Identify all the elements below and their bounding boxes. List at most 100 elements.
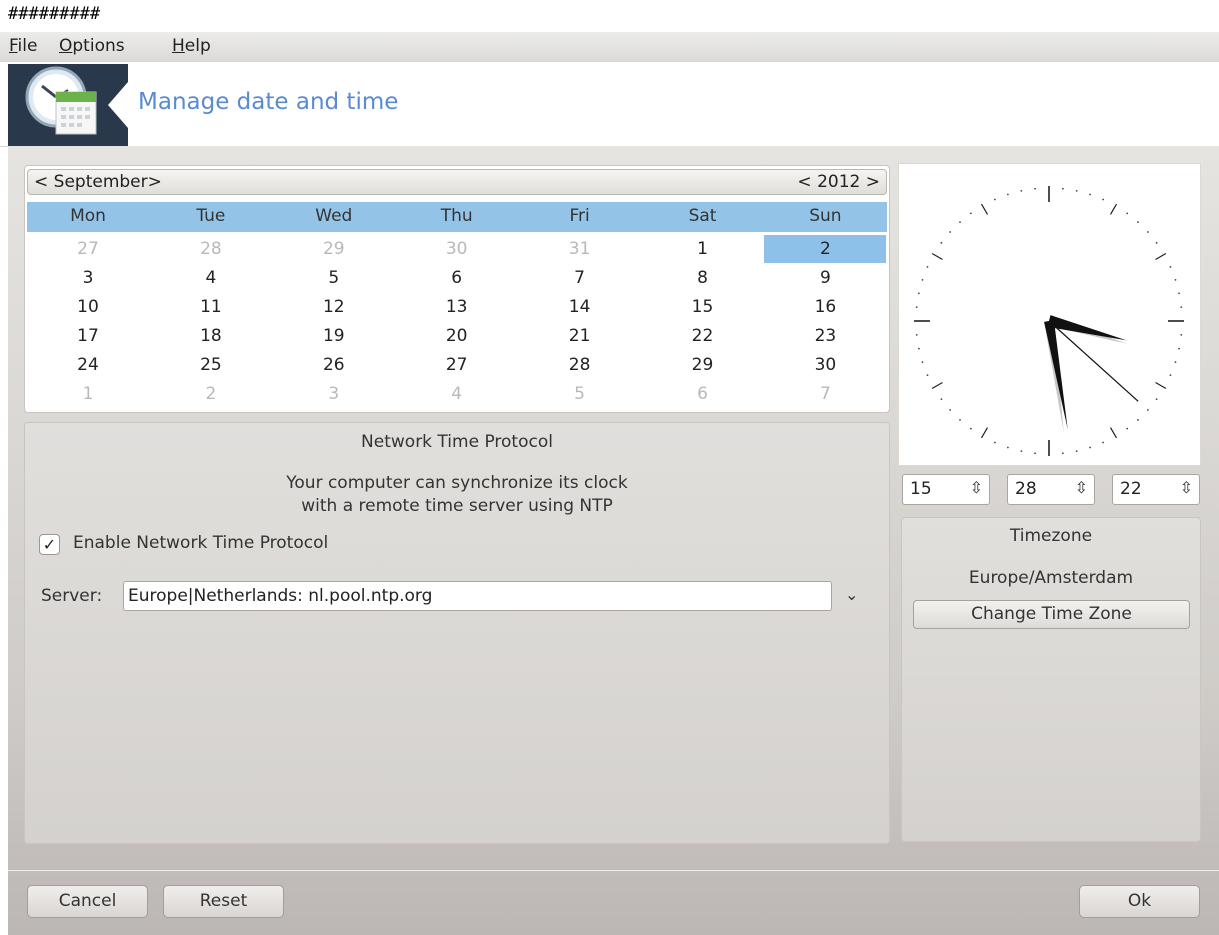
chevron-down-icon[interactable]: ⌄ [845, 585, 858, 604]
calendar-day[interactable]: 20 [396, 322, 518, 350]
enable-ntp-checkbox[interactable]: ✓ [39, 534, 60, 555]
prev-year-button[interactable]: < [797, 172, 811, 192]
minute-spinner[interactable]: 28 ⇳ [1007, 474, 1095, 505]
calendar-day[interactable]: 5 [519, 380, 641, 408]
calendar-day[interactable]: 28 [519, 351, 641, 379]
calendar-day[interactable]: 6 [642, 380, 764, 408]
clock-minute-dot [1075, 450, 1078, 452]
analog-clock [898, 163, 1201, 466]
clock-minute-dot [1126, 427, 1129, 430]
clock-minute-dot [959, 418, 961, 421]
calendar-day[interactable]: 25 [150, 351, 272, 379]
calendar-day[interactable]: 30 [764, 351, 886, 379]
clock-minute-dot [969, 212, 972, 215]
calendar-day[interactable]: 18 [150, 322, 272, 350]
next-year-button[interactable]: > [866, 172, 880, 192]
menu-help[interactable]: Help [172, 36, 211, 56]
clock-hour-tick [980, 427, 989, 439]
calendar-day[interactable]: 1 [27, 380, 149, 408]
clock-hour-tick [931, 252, 943, 261]
clock-minute-dot [1180, 334, 1183, 336]
cancel-button[interactable]: Cancel [27, 885, 148, 918]
hour-value: 15 [910, 479, 932, 499]
calendar-day[interactable]: 21 [519, 322, 641, 350]
calendar-day[interactable]: 30 [396, 235, 518, 263]
clock-minute-dot [1020, 190, 1023, 192]
reset-button[interactable]: Reset [163, 885, 284, 918]
calendar-day[interactable]: 6 [396, 264, 518, 292]
change-timezone-button[interactable]: Change Time Zone [913, 600, 1190, 629]
year-label: 2012 [817, 172, 861, 192]
spinner-arrows-icon[interactable]: ⇳ [1180, 478, 1193, 497]
calendar-day[interactable]: 11 [150, 293, 272, 321]
calendar-day[interactable]: 23 [764, 322, 886, 350]
minute-value: 28 [1015, 479, 1037, 499]
clock-hour-tick [1109, 203, 1118, 215]
calendar-day[interactable]: 1 [642, 235, 764, 263]
clock-minute-dot [1178, 292, 1180, 295]
calendar-day[interactable]: 5 [273, 264, 395, 292]
second-spinner[interactable]: 22 ⇳ [1112, 474, 1200, 505]
calendar-day[interactable]: 29 [642, 351, 764, 379]
calendar-day[interactable]: 7 [764, 380, 886, 408]
calendar-day[interactable]: 31 [519, 235, 641, 263]
calendar-day[interactable]: 10 [27, 293, 149, 321]
calendar-day-selected[interactable]: 2 [764, 235, 887, 263]
clock-minute-dot [1155, 398, 1158, 401]
hour-hand [1047, 315, 1127, 341]
clock-minute-dot [994, 441, 996, 444]
calendar-day[interactable]: 15 [642, 293, 764, 321]
clock-hour-tick [1109, 427, 1118, 439]
clock-minute-dot [959, 221, 961, 224]
menu-file[interactable]: File [9, 36, 37, 56]
calendar-day[interactable]: 26 [273, 351, 395, 379]
year-selector[interactable]: < 2012 > [797, 172, 880, 192]
clock-calendar-icon [8, 64, 128, 146]
calendar-day[interactable]: 8 [642, 264, 764, 292]
calendar-day[interactable]: 13 [396, 293, 518, 321]
spinner-arrows-icon[interactable]: ⇳ [970, 478, 983, 497]
calendar-day[interactable]: 24 [27, 351, 149, 379]
enable-ntp-label[interactable]: Enable Network Time Protocol [73, 533, 328, 553]
calendar-day[interactable]: 16 [764, 293, 886, 321]
clock-minute-dot [921, 361, 924, 363]
clock-minute-dot [1174, 361, 1177, 363]
clock-minute-dot [1020, 450, 1023, 452]
second-value: 22 [1120, 479, 1142, 499]
calendar-day[interactable]: 4 [150, 264, 272, 292]
clock-minute-dot [1146, 231, 1149, 233]
calendar-day[interactable]: 3 [273, 380, 395, 408]
calendar-day[interactable]: 22 [642, 322, 764, 350]
calendar-day[interactable]: 28 [150, 235, 272, 263]
month-selector[interactable]: < September> [34, 172, 162, 192]
ntp-title: Network Time Protocol [361, 432, 553, 452]
clock-minute-dot [1169, 266, 1172, 268]
calendar-day[interactable]: 12 [273, 293, 395, 321]
spinner-arrows-icon[interactable]: ⇳ [1075, 478, 1088, 497]
server-input[interactable]: Europe|Netherlands: nl.pool.ntp.org [123, 581, 832, 611]
next-month-button[interactable]: > [148, 172, 162, 192]
calendar-day[interactable]: 2 [150, 380, 272, 408]
calendar-day[interactable]: 27 [27, 235, 149, 263]
calendar-day[interactable]: 27 [396, 351, 518, 379]
menu-options-mnemonic: O [59, 36, 73, 56]
clock-minute-dot [1155, 241, 1158, 244]
ok-button[interactable]: Ok [1079, 885, 1200, 918]
calendar-day[interactable]: 7 [519, 264, 641, 292]
calendar-day[interactable]: 14 [519, 293, 641, 321]
menu-options[interactable]: Options [59, 36, 125, 56]
clock-minute-dot [949, 231, 952, 233]
calendar-day[interactable]: 17 [27, 322, 149, 350]
calendar-day[interactable]: 3 [27, 264, 149, 292]
window-title-bar: ######### [0, 0, 1219, 32]
prev-month-button[interactable]: < [34, 172, 48, 192]
calendar-day[interactable]: 19 [273, 322, 395, 350]
calendar-day[interactable]: 4 [396, 380, 518, 408]
menu-file-label: ile [17, 36, 38, 56]
calendar-day[interactable]: 9 [764, 264, 886, 292]
calendar-day[interactable]: 29 [273, 235, 395, 263]
hour-spinner[interactable]: 15 ⇳ [902, 474, 990, 505]
clock-minute-dot [915, 334, 918, 336]
clock-minute-dot [1007, 193, 1009, 196]
clock-face [914, 186, 1184, 456]
